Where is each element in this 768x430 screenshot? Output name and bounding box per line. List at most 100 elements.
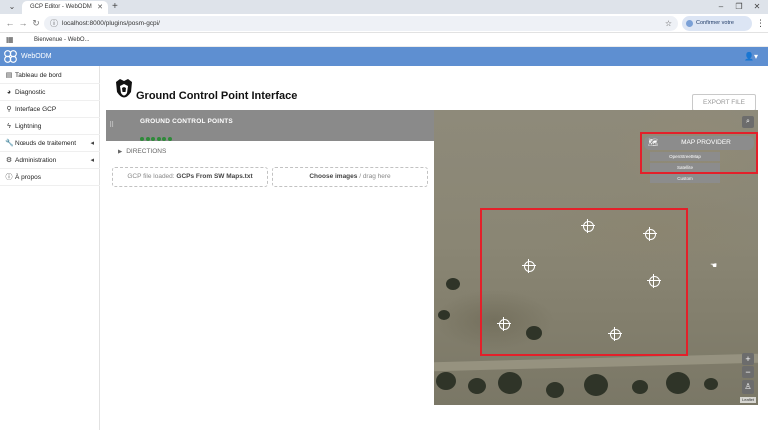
browser-tab-bar: ⌄ GCP Editor - WebODM ✕ + – ❐ ✕ — [0, 0, 768, 14]
satellite-map[interactable]: ⌕ 🗺 MAP PROVIDER OpenStreetMap Satellite… — [434, 110, 758, 405]
map-provider-header[interactable]: 🗺 MAP PROVIDER — [644, 136, 754, 150]
sidebar-item-label: Administration — [15, 157, 57, 164]
wrench-icon: 🔧 — [5, 140, 14, 147]
map-tree — [498, 372, 522, 394]
gcp-status-dots — [140, 128, 173, 141]
info-icon: ⓘ — [5, 174, 13, 181]
directions-label: DIRECTIONS — [126, 148, 167, 155]
map-tree — [584, 374, 608, 396]
zoom-in-button[interactable]: + — [742, 353, 754, 365]
sidebar-item-label: Interface GCP — [15, 106, 57, 113]
directions-toggle[interactable]: ▶ DIRECTIONS — [118, 147, 166, 157]
map-tree — [436, 372, 456, 390]
gcp-marker[interactable] — [496, 316, 511, 331]
map-provider-title: MAP PROVIDER — [681, 139, 731, 146]
browser-tab[interactable]: GCP Editor - WebODM ✕ — [22, 1, 108, 14]
map-tree — [632, 380, 648, 394]
tab-search-icon[interactable]: ⌄ — [4, 2, 20, 12]
page-title: Ground Control Point Interface — [136, 90, 298, 102]
chevron-left-icon: ◂ — [90, 140, 94, 147]
sidebar-item-label: À propos — [15, 174, 42, 181]
webodm-logo-icon[interactable] — [3, 49, 18, 64]
confirm-identity-button[interactable]: Confirmer votre identité — [682, 16, 752, 41]
sidebar-item-label: Lightning — [15, 123, 42, 130]
sidebar-item-label: Tableau de bord — [15, 72, 62, 79]
sidebar-item-gcp-interface[interactable]: ⚲ Interface GCP — [0, 101, 100, 118]
status-dot — [162, 137, 166, 141]
back-icon[interactable]: ← — [4, 17, 16, 30]
forward-icon[interactable]: → — [17, 17, 29, 30]
gcp-marker[interactable] — [607, 326, 622, 341]
map-tree — [438, 310, 450, 320]
address-bar-row: ← → ↻ ⓘ localhost:8000/plugins/posm-gcpi… — [0, 14, 768, 41]
bolt-icon: ϟ — [7, 123, 11, 130]
chevron-left-icon: ◂ — [90, 157, 94, 164]
close-icon[interactable]: ✕ — [97, 1, 103, 14]
gcp-marker[interactable] — [521, 258, 536, 273]
new-tab-icon[interactable]: + — [112, 0, 118, 14]
sidebar: ▤ Tableau de bord ◕ Diagnostic ⚲ Interface … — [0, 66, 100, 430]
gcp-file-name: GCPs From SW Maps.txt — [176, 173, 253, 180]
browser-menu-icon[interactable]: ⋮ — [756, 14, 765, 33]
map-tree — [666, 372, 690, 394]
gcp-marker[interactable] — [642, 226, 657, 241]
export-file-button[interactable]: EXPORT FILE — [692, 94, 756, 111]
map-marker-icon: ⚲ — [6, 106, 12, 113]
drag-handle-icon[interactable]: ⠿ — [109, 121, 114, 130]
bookmark-item[interactable]: Bienvenue - WebO... — [34, 33, 90, 47]
gcp-panel-title: GROUND CONTROL POINTS — [140, 118, 233, 125]
window-close-icon[interactable]: ✕ — [750, 0, 764, 14]
brand-name[interactable]: WebODM — [21, 47, 52, 66]
provider-option-satellite[interactable]: Satellite — [650, 163, 720, 172]
main-content: Ground Control Point Interface EXPORT FI… — [100, 66, 768, 430]
status-dot — [140, 137, 144, 141]
sidebar-item-about[interactable]: ⓘ À propos — [0, 169, 100, 186]
gcp-marker[interactable] — [580, 218, 595, 233]
sidebar-item-administration[interactable]: ⚙ Administration ◂ — [0, 152, 100, 169]
status-dot — [156, 137, 161, 141]
hand-cursor-icon: ☚ — [710, 261, 718, 270]
sidebar-item-label: Diagnostic — [15, 89, 46, 96]
minimize-icon[interactable]: – — [714, 0, 728, 14]
reload-icon[interactable]: ↻ — [30, 17, 42, 30]
gcp-file-prefix: GCP file loaded: — [127, 173, 175, 180]
sidebar-item-diagnostic[interactable]: ◕ Diagnostic — [0, 84, 100, 101]
map-road — [434, 353, 758, 372]
map-tree — [468, 378, 486, 394]
diagnostic-icon: ◕ — [6, 89, 12, 96]
provider-option-custom[interactable]: Custom — [650, 174, 720, 183]
browser-tab-title: GCP Editor - WebODM — [30, 4, 92, 10]
user-menu-icon[interactable]: 👤▾ — [744, 47, 758, 66]
sidebar-item-lightning[interactable]: ϟ Lightning — [0, 118, 100, 135]
provider-option-openstreetmap[interactable]: OpenStreetMap — [650, 152, 720, 161]
images-dropzone[interactable]: Choose images / drag here — [272, 167, 428, 187]
gears-icon: ⚙ — [5, 157, 13, 164]
street-view-icon[interactable]: ♙ — [742, 380, 754, 394]
map-attribution[interactable]: Leaflet — [740, 397, 757, 403]
sidebar-item-processing-nodes[interactable]: 🔧Nœuds de traitement ◂ — [0, 135, 100, 152]
posm-logo-icon — [116, 79, 132, 98]
restore-icon[interactable]: ❐ — [732, 0, 746, 14]
drag-here-label: / drag here — [359, 173, 391, 180]
app-navbar: WebODM 👤▾ — [0, 47, 768, 66]
zoom-out-button[interactable]: − — [742, 366, 754, 378]
status-dot — [145, 137, 150, 141]
status-dot — [151, 137, 155, 141]
gcp-marker[interactable] — [646, 273, 661, 288]
sidebar-item-label: Nœuds de traitement — [15, 140, 77, 147]
profile-avatar-icon — [686, 20, 693, 27]
gcp-file-dropzone[interactable]: GCP file loaded: GCPs From SW Maps.txt — [112, 167, 268, 187]
map-tree — [704, 378, 718, 390]
status-dot — [167, 137, 172, 141]
map-search-icon[interactable]: ⌕ — [742, 116, 754, 128]
dashboard-icon: ▤ — [5, 72, 13, 79]
bookmark-star-icon[interactable]: ☆ — [665, 16, 672, 31]
gcp-panel-header: ⠿ GROUND CONTROL POINTS — [106, 110, 434, 141]
site-info-icon[interactable]: ⓘ — [50, 17, 58, 30]
choose-images-label: Choose images — [309, 173, 358, 180]
map-tree — [546, 382, 564, 398]
address-input[interactable]: ⓘ localhost:8000/plugins/posm-gcpi/ ☆ — [44, 16, 678, 31]
sidebar-item-dashboard[interactable]: ▤ Tableau de bord — [0, 67, 100, 84]
apps-grid-icon[interactable]: ▦ — [6, 35, 14, 45]
url-text: localhost:8000/plugins/posm-gcpi/ — [62, 20, 160, 27]
